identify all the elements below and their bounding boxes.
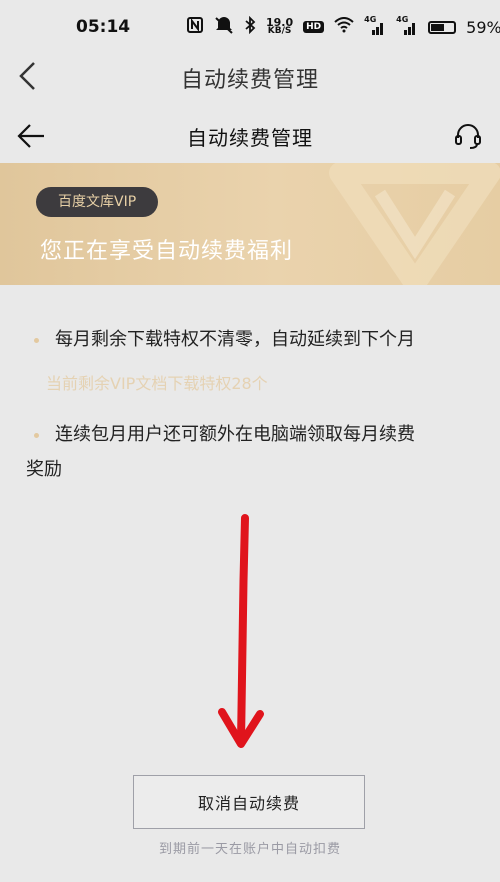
vip-badge: 百度文库VIP <box>36 187 159 217</box>
billing-note: 到期前一天在账户中自动扣费 <box>158 842 341 857</box>
signal1-label: 4G <box>364 15 377 24</box>
benefit-subtext: 当前剩余VIP文档下载特权28个 <box>46 374 268 393</box>
page-title: 自动续费管理 <box>187 126 313 150</box>
outer-page-title: 自动续费管理 <box>180 68 319 93</box>
bullet-dot <box>34 337 39 343</box>
nfc-icon <box>186 16 204 38</box>
benefit-text-continued: 奖励 <box>26 459 62 480</box>
status-icons: 19.0 KB/S HD 4G 4G 59% <box>186 15 500 38</box>
headset-icon[interactable] <box>454 122 482 150</box>
vip-banner: 百度文库VIP 您正在享受自动续费福利 <box>0 163 500 285</box>
signal2-label: 4G <box>396 15 409 24</box>
banner-title: 您正在享受自动续费福利 <box>40 239 294 264</box>
hd-badge: HD <box>303 21 325 33</box>
list-item: 连续包月用户还可额外在电脑端领取每月续费 <box>34 418 415 452</box>
signal-icon-1: 4G <box>364 15 386 36</box>
speed-unit: KB/S <box>267 26 292 36</box>
outer-header: 自动续费管理 <box>0 56 500 102</box>
benefit-text: 连续包月用户还可额外在电脑端领取每月续费 <box>55 424 415 445</box>
cancel-auto-renew-button[interactable]: 取消自动续费 <box>133 775 365 829</box>
benefit-text: 每月剩余下载特权不清零，自动延续到下个月 <box>55 329 415 350</box>
vip-v-logo <box>329 163 500 285</box>
mute-icon <box>214 16 234 38</box>
list-item: 每月剩余下载特权不清零，自动延续到下个月 <box>34 323 415 357</box>
status-bar: 05:14 19.0 KB/S HD 4G 4G 59% <box>0 0 500 56</box>
wifi-icon <box>334 17 354 37</box>
signal-icon-2: 4G <box>396 15 418 36</box>
bluetooth-icon <box>244 15 256 38</box>
battery-fill <box>431 23 445 31</box>
inner-header: 自动续费管理 <box>0 112 500 160</box>
battery-percent: 59% <box>466 17 500 37</box>
status-time: 05:14 <box>76 17 131 37</box>
battery-icon <box>428 20 457 34</box>
annotation-arrow-icon <box>218 514 264 748</box>
bullet-dot <box>34 432 39 438</box>
network-speed: 19.0 KB/S <box>266 17 293 36</box>
